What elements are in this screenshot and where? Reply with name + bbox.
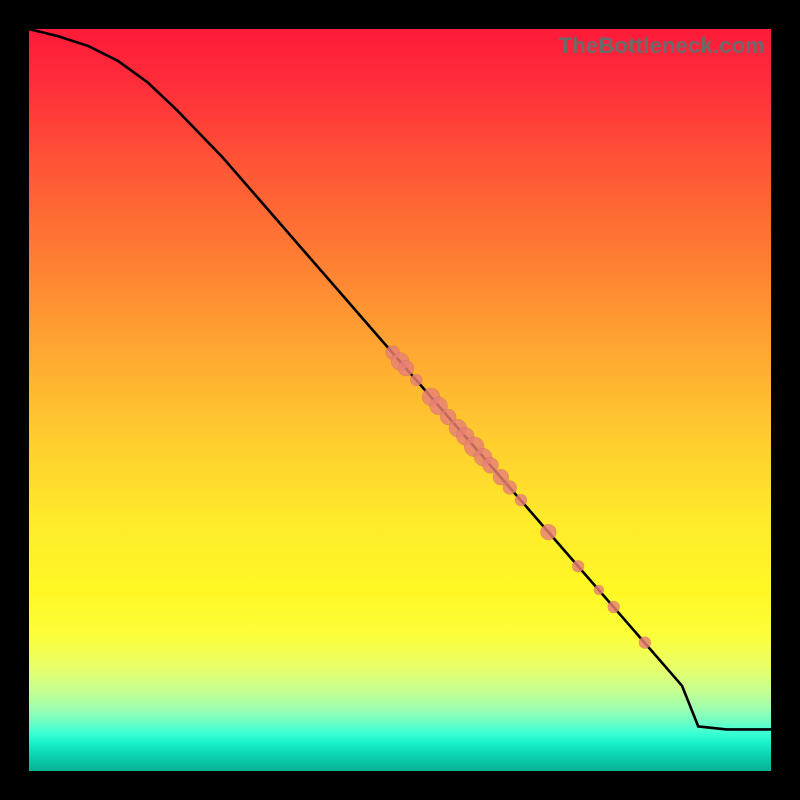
data-point (594, 585, 604, 595)
data-point (515, 494, 527, 506)
main-curve (29, 29, 771, 729)
data-point (422, 388, 440, 406)
data-point (493, 469, 509, 485)
data-point (430, 397, 448, 415)
data-point (503, 481, 517, 495)
data-point (608, 601, 620, 613)
plot-area: TheBottleneck.com (29, 29, 771, 771)
data-point (474, 448, 492, 466)
data-point (464, 437, 484, 457)
data-point (639, 637, 651, 649)
data-point (572, 560, 584, 572)
watermark-label: TheBottleneck.com (559, 33, 765, 59)
data-point (440, 409, 456, 425)
data-point (456, 427, 474, 445)
chart-stage: TheBottleneck.com (0, 0, 800, 800)
points-layer (29, 29, 771, 771)
data-point (398, 360, 414, 376)
data-point (483, 457, 499, 473)
data-point (449, 419, 467, 437)
data-point (386, 346, 400, 360)
data-point (410, 374, 422, 386)
curve-layer (29, 29, 771, 771)
data-point (540, 524, 556, 540)
data-point (391, 352, 409, 370)
